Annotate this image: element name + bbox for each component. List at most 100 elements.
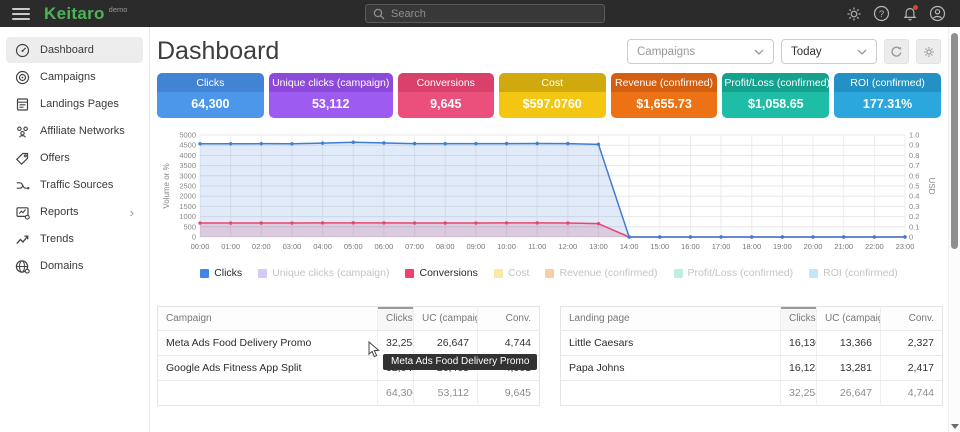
svg-text:2500: 2500 [179, 182, 196, 191]
svg-text:4500: 4500 [179, 141, 196, 150]
refresh-icon [890, 45, 903, 58]
sidebar-item-trends[interactable]: Trends [6, 226, 143, 252]
sidebar-item-domains[interactable]: Domains [6, 253, 143, 279]
traffic-chart[interactable]: 0500100015002000250030003500400045005000… [157, 127, 941, 263]
metric-card-label: Conversions [398, 73, 494, 92]
column-header-landing-page[interactable]: Landing page [561, 307, 781, 331]
metric-card-value: 64,300 [157, 92, 264, 118]
legend-swatch [809, 269, 818, 278]
legend-item-unique-clicks-campaign[interactable]: Unique clicks (campaign) [258, 267, 389, 279]
legend-swatch [494, 269, 503, 278]
menu-toggle-icon[interactable] [12, 8, 30, 20]
totals-cell: 4,744 [881, 381, 943, 406]
legend-label: Clicks [214, 267, 242, 279]
svg-text:USD: USD [927, 178, 936, 195]
chevron-down-icon [857, 49, 867, 55]
svg-text:08:00: 08:00 [436, 242, 455, 251]
report-icon [15, 205, 30, 220]
svg-text:0.2: 0.2 [909, 212, 919, 221]
tag-icon [15, 151, 30, 166]
metric-card-value: $1,655.73 [611, 92, 718, 118]
metric-card-conversions: Conversions9,645 [398, 73, 494, 118]
column-header-conv[interactable]: Conv. [881, 307, 943, 331]
sidebar-item-reports[interactable]: Reports› [6, 199, 143, 225]
legend-label: Cost [508, 267, 530, 279]
table-row[interactable]: Papa Johns16,12813,2812,417 [561, 356, 943, 381]
table-cell: 16,128 [781, 356, 817, 381]
totals-cell [561, 381, 781, 406]
metric-card-value: 53,112 [269, 92, 393, 118]
totals-row: 32,25826,6474,744 [561, 381, 943, 406]
column-header-uc-campaign[interactable]: UC (campaign) [817, 307, 881, 331]
column-header-clicks[interactable]: Clicks [781, 307, 817, 331]
hover-tooltip: Meta Ads Food Delivery Promo [383, 354, 537, 370]
refresh-button[interactable] [884, 39, 909, 64]
column-header-campaign[interactable]: Campaign [158, 307, 378, 331]
help-icon[interactable]: ? [873, 5, 890, 22]
legend-label: Profit/Loss (confirmed) [688, 267, 794, 279]
legend-item-profit-loss-confirmed[interactable]: Profit/Loss (confirmed) [674, 267, 794, 279]
notification-dot [913, 5, 918, 10]
mouse-cursor [368, 341, 382, 358]
legend-item-conversions[interactable]: Conversions [405, 267, 477, 279]
legend-item-cost[interactable]: Cost [494, 267, 530, 279]
column-header-uc-campaign[interactable]: UC (campaign) [414, 307, 478, 331]
svg-text:00:00: 00:00 [191, 242, 210, 251]
demo-badge: demo [109, 5, 128, 14]
sidebar-item-affiliate-networks[interactable]: Affiliate Networks [6, 118, 143, 144]
svg-text:0.8: 0.8 [909, 151, 919, 160]
metric-card-profit-loss-confirmed: Profit/Loss (confirmed)$1,058.65 [722, 73, 829, 118]
svg-text:1000: 1000 [179, 212, 196, 221]
svg-text:0: 0 [909, 233, 913, 242]
svg-text:09:00: 09:00 [466, 242, 485, 251]
sidebar-item-campaigns[interactable]: Campaigns [6, 64, 143, 90]
page-scrollbar[interactable] [948, 27, 960, 432]
table-cell: 13,366 [817, 331, 881, 356]
legend-swatch [258, 269, 267, 278]
metric-card-value: $1,058.65 [722, 92, 829, 118]
settings-gear-icon[interactable] [845, 5, 862, 22]
gauge-icon [15, 43, 30, 58]
keitaro-dashboard-app: Keitaro demo ? DashboardCamp [0, 0, 960, 432]
sidebar-item-label: Landings Pages [40, 98, 119, 110]
scrollbar-down-arrow-icon[interactable] [951, 424, 959, 429]
notifications-bell-icon[interactable] [901, 5, 918, 22]
target-icon [15, 70, 30, 85]
table-cell: 13,281 [817, 356, 881, 381]
date-range-select[interactable]: Today [781, 39, 877, 64]
svg-text:0.9: 0.9 [909, 141, 919, 150]
sidebar-item-landings-pages[interactable]: Landings Pages [6, 91, 143, 117]
svg-text:10:00: 10:00 [497, 242, 516, 251]
totals-cell: 26,647 [817, 381, 881, 406]
metric-cards: Clicks64,300Unique clicks (campaign)53,1… [157, 73, 941, 118]
svg-text:0.5: 0.5 [909, 182, 919, 191]
search-input[interactable] [391, 8, 597, 20]
table-row[interactable]: Little Caesars16,13013,3662,327 [561, 331, 943, 356]
dashboard-settings-button[interactable] [916, 39, 941, 64]
svg-text:05:00: 05:00 [344, 242, 363, 251]
sidebar-item-dashboard[interactable]: Dashboard [6, 37, 143, 63]
sidebar-item-label: Reports [40, 206, 79, 218]
scrollbar-thumb[interactable] [951, 33, 958, 249]
sidebar-item-offers[interactable]: Offers [6, 145, 143, 171]
sidebar-item-traffic-sources[interactable]: Traffic Sources [6, 172, 143, 198]
column-header-clicks[interactable]: Clicks [378, 307, 414, 331]
legend-item-roi-confirmed[interactable]: ROI (confirmed) [809, 267, 898, 279]
totals-cell: 32,258 [781, 381, 817, 406]
table-row[interactable]: Meta Ads Food Delivery Promo32,25826,647… [158, 331, 540, 356]
global-search[interactable] [365, 4, 605, 23]
column-header-conv[interactable]: Conv. [478, 307, 540, 331]
metric-card-roi-confirmed: ROI (confirmed)177.31% [834, 73, 941, 118]
user-account-icon[interactable] [929, 5, 946, 22]
metric-card-value: 9,645 [398, 92, 494, 118]
campaigns-filter-select[interactable]: Campaigns [627, 39, 774, 64]
svg-text:11:00: 11:00 [528, 242, 546, 251]
svg-text:03:00: 03:00 [283, 242, 302, 251]
svg-text:0.7: 0.7 [909, 161, 919, 170]
legend-item-clicks[interactable]: Clicks [200, 267, 242, 279]
svg-text:04:00: 04:00 [313, 242, 332, 251]
totals-cell [158, 381, 378, 406]
people-icon [15, 124, 30, 139]
svg-text:?: ? [879, 9, 884, 20]
legend-item-revenue-confirmed[interactable]: Revenue (confirmed) [545, 267, 657, 279]
